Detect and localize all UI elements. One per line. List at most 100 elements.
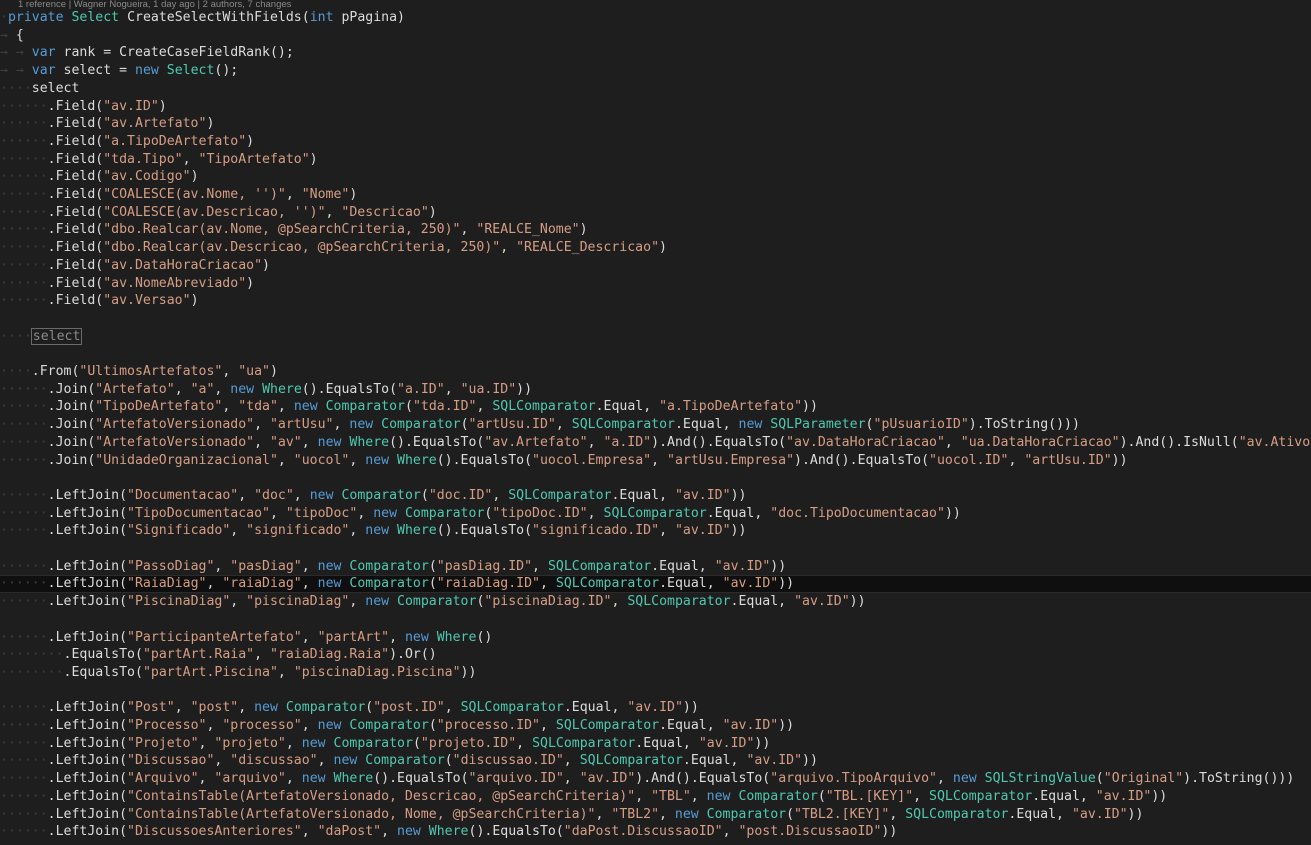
code-token: new bbox=[373, 505, 405, 521]
code-token: "TBL2" bbox=[611, 806, 660, 822]
code-editor[interactable]: 1 reference | Wagner Nogueira, 1 day ago… bbox=[0, 0, 1311, 845]
code-line[interactable] bbox=[0, 310, 1311, 328]
code-token: , bbox=[317, 753, 334, 769]
code-line[interactable]: ······.Join("ArtefatoVersionado", "av", … bbox=[0, 434, 1311, 452]
code-line[interactable]: ······.Field("av.NomeAbreviado") bbox=[0, 275, 1311, 293]
code-token: .Equal, bbox=[635, 735, 699, 751]
code-line[interactable]: ····.From("UltimosArtefatos", "ua") bbox=[0, 363, 1311, 381]
code-token: .Join( bbox=[47, 417, 96, 433]
code-token: )) bbox=[778, 576, 795, 592]
code-line[interactable]: ·private Select CreateSelectWithFields(i… bbox=[0, 9, 1311, 27]
code-token: .LeftJoin( bbox=[47, 523, 128, 539]
code-token: "uocol.ID" bbox=[929, 452, 1009, 468]
code-line[interactable]: ······.Join("TipoDeArtefato", "tda", new… bbox=[0, 398, 1311, 416]
code-line[interactable] bbox=[0, 345, 1311, 363]
code-token: )) bbox=[754, 735, 771, 751]
code-line[interactable]: ······.Field("dbo.Realcar(av.Descricao, … bbox=[0, 239, 1311, 257]
code-token: .EqualsTo( bbox=[63, 664, 143, 680]
code-token: ) bbox=[579, 222, 588, 238]
code-line[interactable]: ······.LeftJoin("Discussao", "discussao"… bbox=[0, 752, 1311, 770]
code-line[interactable]: ······.LeftJoin("ContainsTable(ArtefatoV… bbox=[0, 788, 1311, 806]
code-line[interactable]: ······.LeftJoin("PiscinaDiag", "piscinaD… bbox=[0, 593, 1311, 611]
code-token: "COALESCE(av.Descricao, '')" bbox=[103, 204, 326, 220]
code-token: , bbox=[1008, 452, 1025, 468]
code-token: "ContainsTable(ArtefatoVersionado, Nome,… bbox=[127, 806, 596, 822]
code-line[interactable]: ······.LeftJoin("RaiaDiag", "raiaDiag", … bbox=[0, 575, 1311, 594]
code-token: "av.ID" bbox=[1071, 806, 1128, 822]
code-token: "doc.TipoDocumentacao" bbox=[770, 505, 945, 521]
code-token: , bbox=[659, 806, 675, 822]
code-token: , bbox=[611, 594, 628, 610]
code-token: , bbox=[722, 824, 739, 840]
indent-guide: ······ bbox=[0, 98, 48, 114]
code-token: Where bbox=[397, 523, 437, 539]
code-line[interactable]: ······.LeftJoin("Documentacao", "doc", n… bbox=[0, 487, 1311, 505]
code-line[interactable] bbox=[0, 682, 1311, 700]
code-line[interactable]: ······.Field("tda.Tipo", "TipoArtefato") bbox=[0, 151, 1311, 169]
code-line[interactable]: ······.Field("COALESCE(av.Nome, '')", "N… bbox=[0, 186, 1311, 204]
code-token: .LeftJoin( bbox=[47, 594, 128, 610]
code-token: ).And().EqualsTo( bbox=[794, 452, 930, 468]
code-line[interactable]: ······.Field("a.TipoDeArtefato") bbox=[0, 133, 1311, 151]
code-line[interactable]: → { bbox=[0, 27, 1311, 45]
code-line[interactable] bbox=[0, 540, 1311, 558]
indent-guide: ······ bbox=[0, 434, 48, 450]
code-line[interactable]: ······.LeftJoin("Arquivo", "arquivo", ne… bbox=[0, 770, 1311, 788]
code-token: ) bbox=[269, 364, 278, 379]
code-line[interactable]: ······.Field("av.Artefato") bbox=[0, 115, 1311, 133]
code-line[interactable]: ······.Join("ArtefatoVersionado", "artUs… bbox=[0, 416, 1311, 434]
code-token: "DiscussoesAnteriores" bbox=[127, 824, 302, 840]
code-token: rank = CreateCaseFieldRank(); bbox=[63, 45, 294, 61]
code-line[interactable]: ······.LeftJoin("Significado", "signific… bbox=[0, 522, 1311, 540]
code-token: "partArt.Raia" bbox=[142, 647, 255, 663]
code-line[interactable] bbox=[0, 611, 1311, 629]
code-line[interactable]: ······.Field("COALESCE(av.Descricao, '')… bbox=[0, 204, 1311, 222]
code-token: "TBL2.[KEY]" bbox=[794, 806, 890, 822]
code-token: "pasDiag.ID" bbox=[436, 558, 533, 574]
code-token: .LeftJoin( bbox=[47, 806, 128, 822]
code-line[interactable]: ····select bbox=[0, 80, 1311, 98]
code-line[interactable]: ····select bbox=[0, 327, 1311, 346]
code-line[interactable] bbox=[0, 469, 1311, 487]
code-token: select = bbox=[63, 63, 135, 79]
code-token: "projeto" bbox=[214, 735, 286, 751]
code-token: var bbox=[31, 45, 64, 61]
code-line[interactable]: ······.Field("av.Codigo") bbox=[0, 168, 1311, 186]
code-token: "av.ID" bbox=[698, 735, 755, 751]
code-token: , bbox=[238, 487, 255, 503]
code-line[interactable]: ······.Join("UnidadeOrganizacional", "uo… bbox=[0, 452, 1311, 470]
indent-guide: ···· bbox=[0, 80, 32, 96]
code-token: "ua.ID" bbox=[460, 381, 517, 397]
code-line[interactable]: ······.LeftJoin("Projeto", "projeto", ne… bbox=[0, 735, 1311, 753]
indent-guide: ······ bbox=[0, 576, 48, 592]
code-line[interactable]: ······.LeftJoin("PassoDiag", "pasDiag", … bbox=[0, 558, 1311, 576]
indent-guide: ······ bbox=[0, 222, 48, 238]
code-token: )) bbox=[682, 700, 699, 716]
code-line[interactable]: ······.LeftJoin("ContainsTable(ArtefatoV… bbox=[0, 806, 1311, 824]
code-line[interactable]: ········.EqualsTo("partArt.Piscina", "pi… bbox=[0, 664, 1311, 682]
code-line[interactable]: ······.LeftJoin("TipoDocumentacao", "tip… bbox=[0, 505, 1311, 523]
code-line[interactable]: → → var rank = CreateCaseFieldRank(); bbox=[0, 44, 1311, 62]
code-token: "post.DiscussaoID" bbox=[738, 824, 882, 840]
code-line[interactable]: ······.Field("dbo.Realcar(av.Nome, @pSea… bbox=[0, 221, 1311, 239]
code-token: , bbox=[555, 417, 572, 433]
code-line[interactable]: ······.Join("Artefato", "a", new Where()… bbox=[0, 381, 1311, 399]
code-line[interactable]: → → var select = new Select(); bbox=[0, 62, 1311, 80]
code-line[interactable]: ······.LeftJoin("ParticipanteArtefato", … bbox=[0, 629, 1311, 647]
code-line[interactable]: ······.LeftJoin("DiscussoesAnteriores", … bbox=[0, 823, 1311, 841]
code-line[interactable]: ······.Field("av.ID") bbox=[0, 98, 1311, 116]
code-token: "artUsu.ID" bbox=[468, 417, 556, 433]
code-token: "dbo.Realcar(av.Nome, @pSearchCriteria, … bbox=[103, 222, 461, 238]
code-token: , bbox=[222, 399, 239, 415]
code-token: SQLComparator bbox=[460, 700, 564, 716]
code-line[interactable]: ········.EqualsTo("partArt.Raia", "raiaD… bbox=[0, 646, 1311, 664]
code-token: , bbox=[563, 753, 580, 769]
indent-guide: ······ bbox=[0, 523, 48, 539]
code-line[interactable]: ······.Field("av.Versao") bbox=[0, 292, 1311, 310]
code-line[interactable]: ······.LeftJoin("Post", "post", new Comp… bbox=[0, 699, 1311, 717]
code-token: )) bbox=[1111, 452, 1128, 468]
code-token: , bbox=[349, 523, 366, 539]
code-line[interactable]: ······.LeftJoin("Processo", "processo", … bbox=[0, 717, 1311, 735]
code-line[interactable]: ······.Field("av.DataHoraCriacao") bbox=[0, 257, 1311, 275]
indent-guide: ······ bbox=[0, 240, 48, 256]
